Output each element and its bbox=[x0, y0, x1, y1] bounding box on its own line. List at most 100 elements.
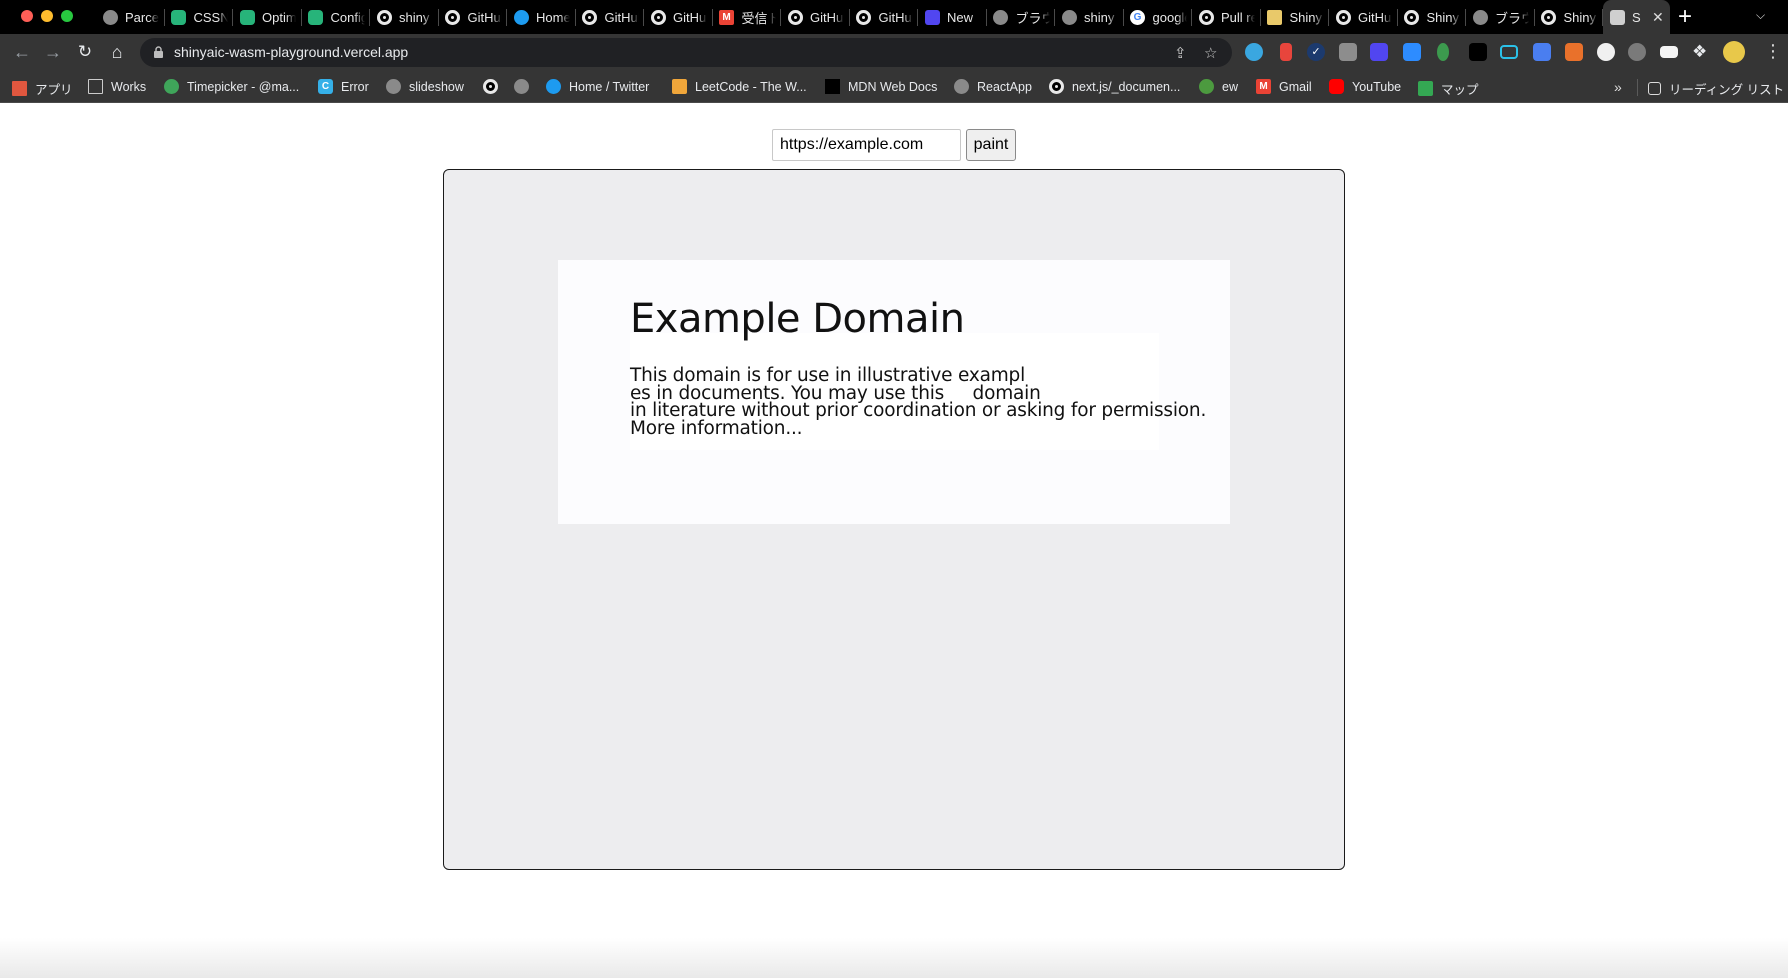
tab[interactable]: ブラウザ bbox=[987, 0, 1056, 34]
extension-check-icon[interactable]: ✓ bbox=[1307, 43, 1325, 61]
bookmark-item[interactable]: C Error bbox=[318, 79, 369, 94]
tab-title: GitHub bbox=[673, 9, 707, 25]
extension-banner-icon[interactable] bbox=[1660, 46, 1678, 58]
extension-black-icon[interactable] bbox=[1469, 43, 1487, 61]
bookmark-item[interactable]: Home / Twitter bbox=[546, 79, 649, 94]
tab[interactable]: GitHub bbox=[439, 0, 508, 34]
address-bar[interactable]: shinyaic-wasm-playground.vercel.app ⇪ ☆ bbox=[140, 38, 1232, 67]
tab[interactable]: Pull requests bbox=[1192, 0, 1261, 34]
bookmark-item[interactable]: slideshow bbox=[386, 79, 464, 94]
tab[interactable]: Config bbox=[302, 0, 371, 34]
bookmark-item[interactable]: Works bbox=[88, 79, 146, 94]
globe-icon bbox=[514, 79, 529, 94]
url-input[interactable] bbox=[772, 129, 961, 161]
tab-favicon bbox=[787, 9, 803, 25]
more-bookmarks-button[interactable]: » bbox=[1614, 79, 1622, 95]
tab[interactable]: GitHub bbox=[1329, 0, 1398, 34]
tab[interactable]: GitHub bbox=[644, 0, 713, 34]
tab[interactable]: New bbox=[918, 0, 987, 34]
close-window-button[interactable] bbox=[21, 10, 33, 22]
bookmark-star-icon[interactable]: ☆ bbox=[1204, 44, 1217, 62]
tab-title: New bbox=[947, 9, 974, 25]
profile-avatar[interactable] bbox=[1723, 41, 1745, 63]
youtube-icon bbox=[1329, 79, 1344, 94]
rendered-title: Example Domain bbox=[630, 296, 965, 342]
extension-bulb-icon[interactable] bbox=[1339, 43, 1357, 61]
extension-lt-icon[interactable] bbox=[1597, 43, 1615, 61]
globe-icon bbox=[954, 79, 969, 94]
fullscreen-window-button[interactable] bbox=[61, 10, 73, 22]
tab[interactable]: Shiny bbox=[1398, 0, 1467, 34]
minimize-window-button[interactable] bbox=[41, 10, 53, 22]
bookmark-item[interactable] bbox=[483, 79, 498, 94]
tab-favicon bbox=[924, 9, 940, 25]
tab-title: CSSNano bbox=[193, 9, 228, 25]
tab[interactable]: ブラウザ bbox=[1466, 0, 1535, 34]
extension-robot-icon[interactable] bbox=[1628, 43, 1646, 61]
bookmark-item[interactable] bbox=[514, 79, 529, 94]
new-tab-button[interactable]: + bbox=[1678, 4, 1692, 30]
reading-list-button[interactable]: リーディング リスト bbox=[1648, 79, 1784, 98]
extension-aperture-icon[interactable] bbox=[1245, 43, 1263, 61]
tab-favicon bbox=[1335, 9, 1351, 25]
bookmark-label: ew bbox=[1222, 79, 1238, 94]
tab[interactable]: CSSNano bbox=[165, 0, 234, 34]
tab[interactable]: shiny bbox=[1055, 0, 1124, 34]
globe-icon bbox=[993, 9, 1008, 25]
tab-favicon: G bbox=[1130, 9, 1146, 25]
extension-video-icon[interactable] bbox=[1500, 45, 1518, 59]
tab[interactable]: GitHub bbox=[850, 0, 919, 34]
tab-favicon bbox=[513, 9, 529, 25]
tab-favicon bbox=[1472, 9, 1488, 25]
home-button[interactable]: ⌂ bbox=[107, 42, 127, 62]
forward-button[interactable]: → bbox=[43, 42, 63, 62]
bookmark-item[interactable]: アプリ bbox=[12, 79, 73, 98]
bookmark-item[interactable]: LeetCode - The W... bbox=[672, 79, 807, 94]
bookmark-item[interactable]: M Gmail bbox=[1256, 79, 1312, 94]
tab[interactable]: shiny bbox=[370, 0, 439, 34]
tab-favicon bbox=[171, 9, 187, 25]
tab[interactable]: M 受信トレイ bbox=[713, 0, 782, 34]
tab[interactable]: GitHub bbox=[576, 0, 645, 34]
back-button[interactable]: ← bbox=[12, 42, 32, 62]
bookmark-item[interactable]: YouTube bbox=[1329, 79, 1401, 94]
tab-active[interactable]: S ✕ bbox=[1603, 0, 1670, 34]
rendered-page-body: Example Domain This domain is for use in… bbox=[558, 260, 1230, 524]
tab-strip: Parcel CSSNano Optimizations Config shiny Git… bbox=[0, 0, 1788, 34]
close-tab-icon[interactable]: ✕ bbox=[1652, 9, 1664, 26]
reload-button[interactable]: ↻ bbox=[75, 42, 95, 62]
bookmark-item[interactable]: next.js/_documen... bbox=[1049, 79, 1180, 94]
extensions-puzzle-icon[interactable]: ❖ bbox=[1692, 43, 1710, 61]
tab[interactable]: Ggoogle bbox=[1124, 0, 1193, 34]
extension-translate-icon[interactable] bbox=[1533, 43, 1551, 61]
tab[interactable]: Shiny bbox=[1261, 0, 1330, 34]
extension-lighthouse-icon[interactable] bbox=[1280, 43, 1292, 61]
extension-zoom-icon[interactable] bbox=[1403, 43, 1421, 61]
render-canvas[interactable]: Example Domain This domain is for use in… bbox=[443, 169, 1345, 870]
bookmark-item[interactable]: ReactApp bbox=[954, 79, 1032, 94]
tab[interactable]: Home bbox=[507, 0, 576, 34]
cssnano-icon bbox=[239, 9, 255, 25]
extension-gem-icon[interactable] bbox=[1437, 43, 1449, 61]
address-bar-url[interactable]: shinyaic-wasm-playground.vercel.app bbox=[174, 44, 408, 60]
bookmark-item[interactable]: MDN Web Docs bbox=[825, 79, 937, 94]
tab-title: Optimizations bbox=[262, 9, 296, 25]
bookmark-item[interactable]: Timepicker - @ma... bbox=[164, 79, 299, 94]
bookmark-item[interactable]: マップ bbox=[1418, 79, 1479, 98]
tab[interactable]: Shiny bbox=[1535, 0, 1604, 34]
bookmark-item[interactable]: ew bbox=[1199, 79, 1238, 94]
tab[interactable]: Parcel bbox=[96, 0, 165, 34]
chrome-menu-icon[interactable]: ⋮ bbox=[1764, 40, 1782, 62]
tab-title: 受信トレイ bbox=[741, 10, 776, 26]
tab-search-chevron-icon[interactable]: ⌵ bbox=[1756, 8, 1765, 23]
extension-linear-icon[interactable] bbox=[1370, 43, 1388, 61]
share-icon[interactable]: ⇪ bbox=[1174, 44, 1187, 62]
tab[interactable]: Optimizations bbox=[233, 0, 302, 34]
extension-rss-icon[interactable] bbox=[1565, 43, 1583, 61]
apps-grid-icon bbox=[12, 81, 27, 96]
bookmark-label: next.js/_documen... bbox=[1072, 79, 1181, 94]
paint-button[interactable]: paint bbox=[966, 129, 1016, 161]
tab[interactable]: GitHub bbox=[781, 0, 850, 34]
bookmarks-divider bbox=[1637, 79, 1638, 96]
github-icon bbox=[483, 79, 498, 94]
